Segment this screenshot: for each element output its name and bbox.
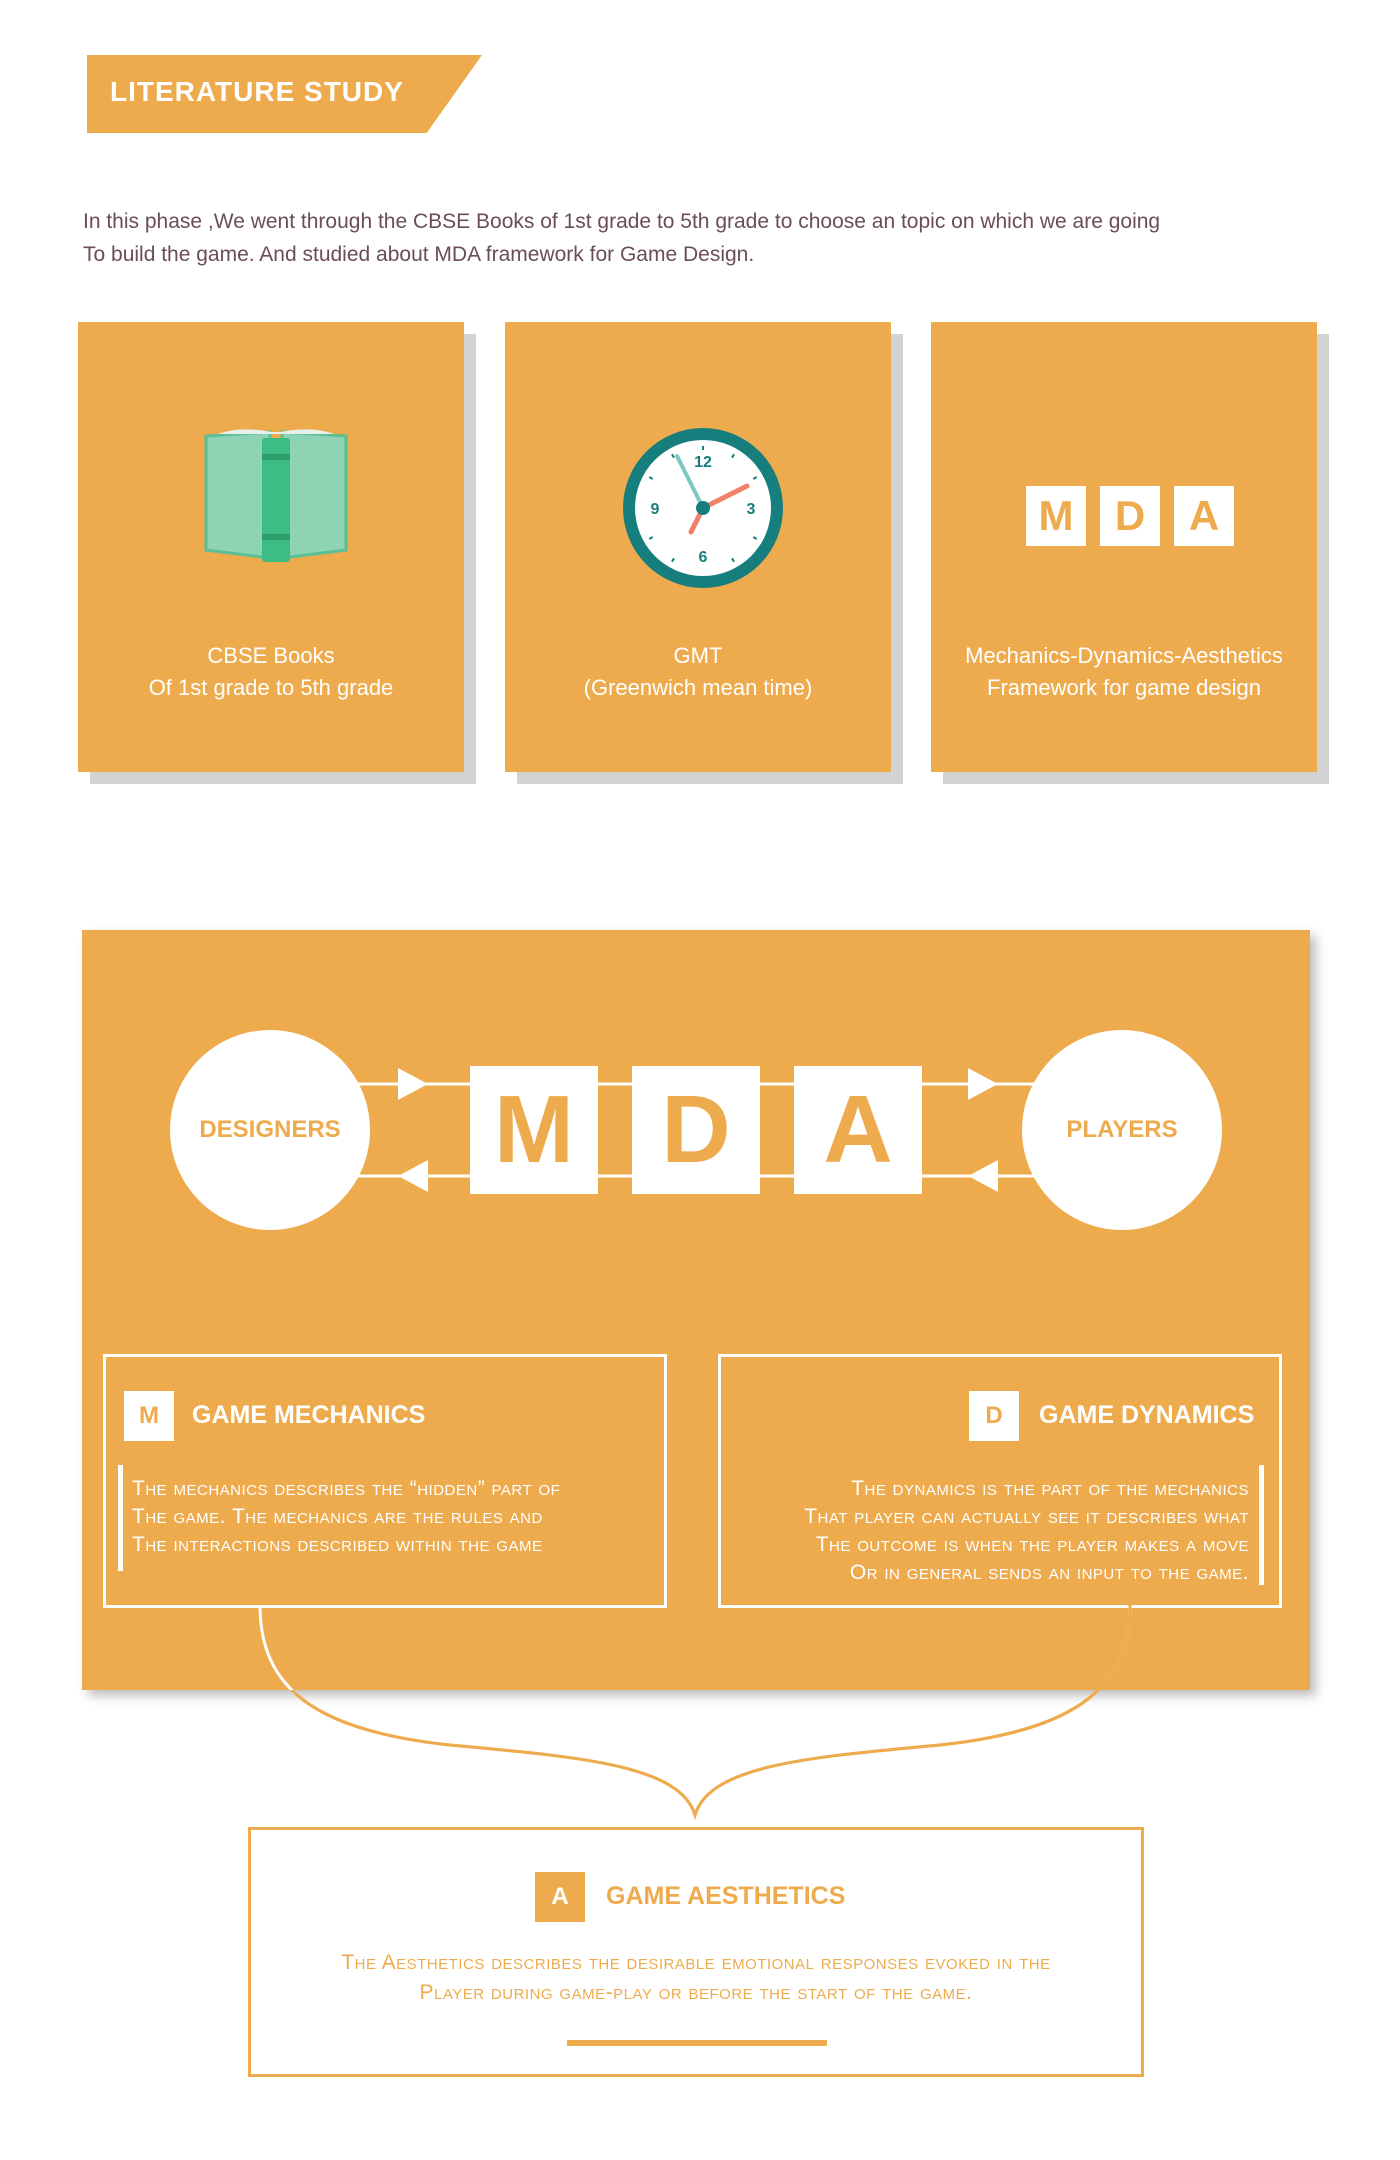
game-aesthetics-box: A GAME AESTHETICS The Aesthetics describ…: [248, 1827, 1144, 2077]
mechanics-line: The interactions described within the ga…: [132, 1533, 543, 1556]
card-caption-line-1: CBSE Books: [207, 643, 335, 668]
mechanics-line: The game. The mechanics are the rules an…: [132, 1505, 543, 1528]
card-caption-line-2: Of 1st grade to 5th grade: [148, 675, 394, 700]
players-circle: PLAYERS: [1022, 1030, 1222, 1230]
dynamics-line: The dynamics is the part of the mechanic…: [851, 1477, 1249, 1500]
clock-icon: 12 3 6 9: [623, 428, 783, 588]
clock-number-3: 3: [747, 501, 756, 518]
dynamics-description: The dynamics is the part of the mechanic…: [804, 1475, 1249, 1587]
mechanics-description: The mechanics describes the “hidden” par…: [132, 1475, 560, 1559]
mechanics-line: The mechanics describes the “hidden” par…: [132, 1477, 561, 1500]
aesthetics-description: The Aesthetics describes the desirable e…: [251, 1948, 1141, 2008]
mda-panel: DESIGNERS PLAYERS M D A M GAME MECHANICS…: [82, 930, 1310, 1690]
intro-line-2: To build the game. And studied about MDA…: [83, 243, 755, 266]
mda-big-letter-m: M: [470, 1066, 598, 1194]
mechanics-letter-badge: M: [124, 1391, 174, 1441]
aesthetics-line: The Aesthetics describes the desirable e…: [341, 1951, 1051, 1974]
book-icon: [204, 429, 348, 562]
brace-connector-lower: [289, 1690, 1101, 1821]
card-caption-line-2: Framework for game design: [987, 675, 1261, 700]
designers-circle: DESIGNERS: [170, 1030, 370, 1230]
mechanics-title: GAME MECHANICS: [192, 1401, 426, 1429]
card-caption-line-1: GMT: [673, 643, 723, 668]
dynamics-accent-bar: [1259, 1465, 1264, 1585]
mda-icon: M D A: [1026, 486, 1234, 546]
aesthetics-title: GAME AESTHETICS: [606, 1882, 846, 1910]
mechanics-accent-bar: [118, 1465, 123, 1571]
mda-letter-d: D: [1100, 486, 1160, 546]
dynamics-line: Or in general sends an input to the game…: [849, 1561, 1249, 1584]
card-caption-line-1: Mechanics-Dynamics-Aesthetics: [965, 643, 1283, 668]
mda-big-letter-a: A: [794, 1066, 922, 1194]
game-mechanics-box: M GAME MECHANICS The mechanics describes…: [103, 1354, 667, 1608]
card-gmt: 12 3 6 9 GMT (Greenwich mean time): [505, 322, 891, 772]
dynamics-line: The outcome is when the player makes a m…: [815, 1533, 1249, 1556]
aesthetics-letter-badge: A: [535, 1872, 585, 1922]
dynamics-line: That player can actually see it describe…: [804, 1505, 1249, 1528]
mda-letter-m: M: [1026, 486, 1086, 546]
mda-letter-a: A: [1174, 486, 1234, 546]
section-title: LITERATURE STUDY: [110, 76, 404, 107]
clock-number-9: 9: [651, 501, 660, 518]
card-caption-line-2: (Greenwich mean time): [583, 675, 813, 700]
card-mda: M D A Mechanics-Dynamics-Aesthetics Fram…: [931, 322, 1317, 772]
intro-line-1: In this phase ,We went through the CBSE …: [83, 210, 1161, 233]
clock-number-6: 6: [699, 549, 708, 566]
aesthetics-line: Player during game-play or before the st…: [419, 1981, 973, 2004]
dynamics-letter-badge: D: [969, 1391, 1019, 1441]
intro-paragraph: In this phase ,We went through the CBSE …: [83, 205, 1323, 271]
aesthetics-underline: [567, 2040, 827, 2046]
game-dynamics-box: D GAME DYNAMICS The dynamics is the part…: [718, 1354, 1282, 1608]
card-cbse-books: CBSE Books Of 1st grade to 5th grade: [78, 322, 464, 772]
mda-big-letter-d: D: [632, 1066, 760, 1194]
dynamics-title: GAME DYNAMICS: [1039, 1401, 1255, 1429]
clock-number-12: 12: [694, 454, 712, 471]
